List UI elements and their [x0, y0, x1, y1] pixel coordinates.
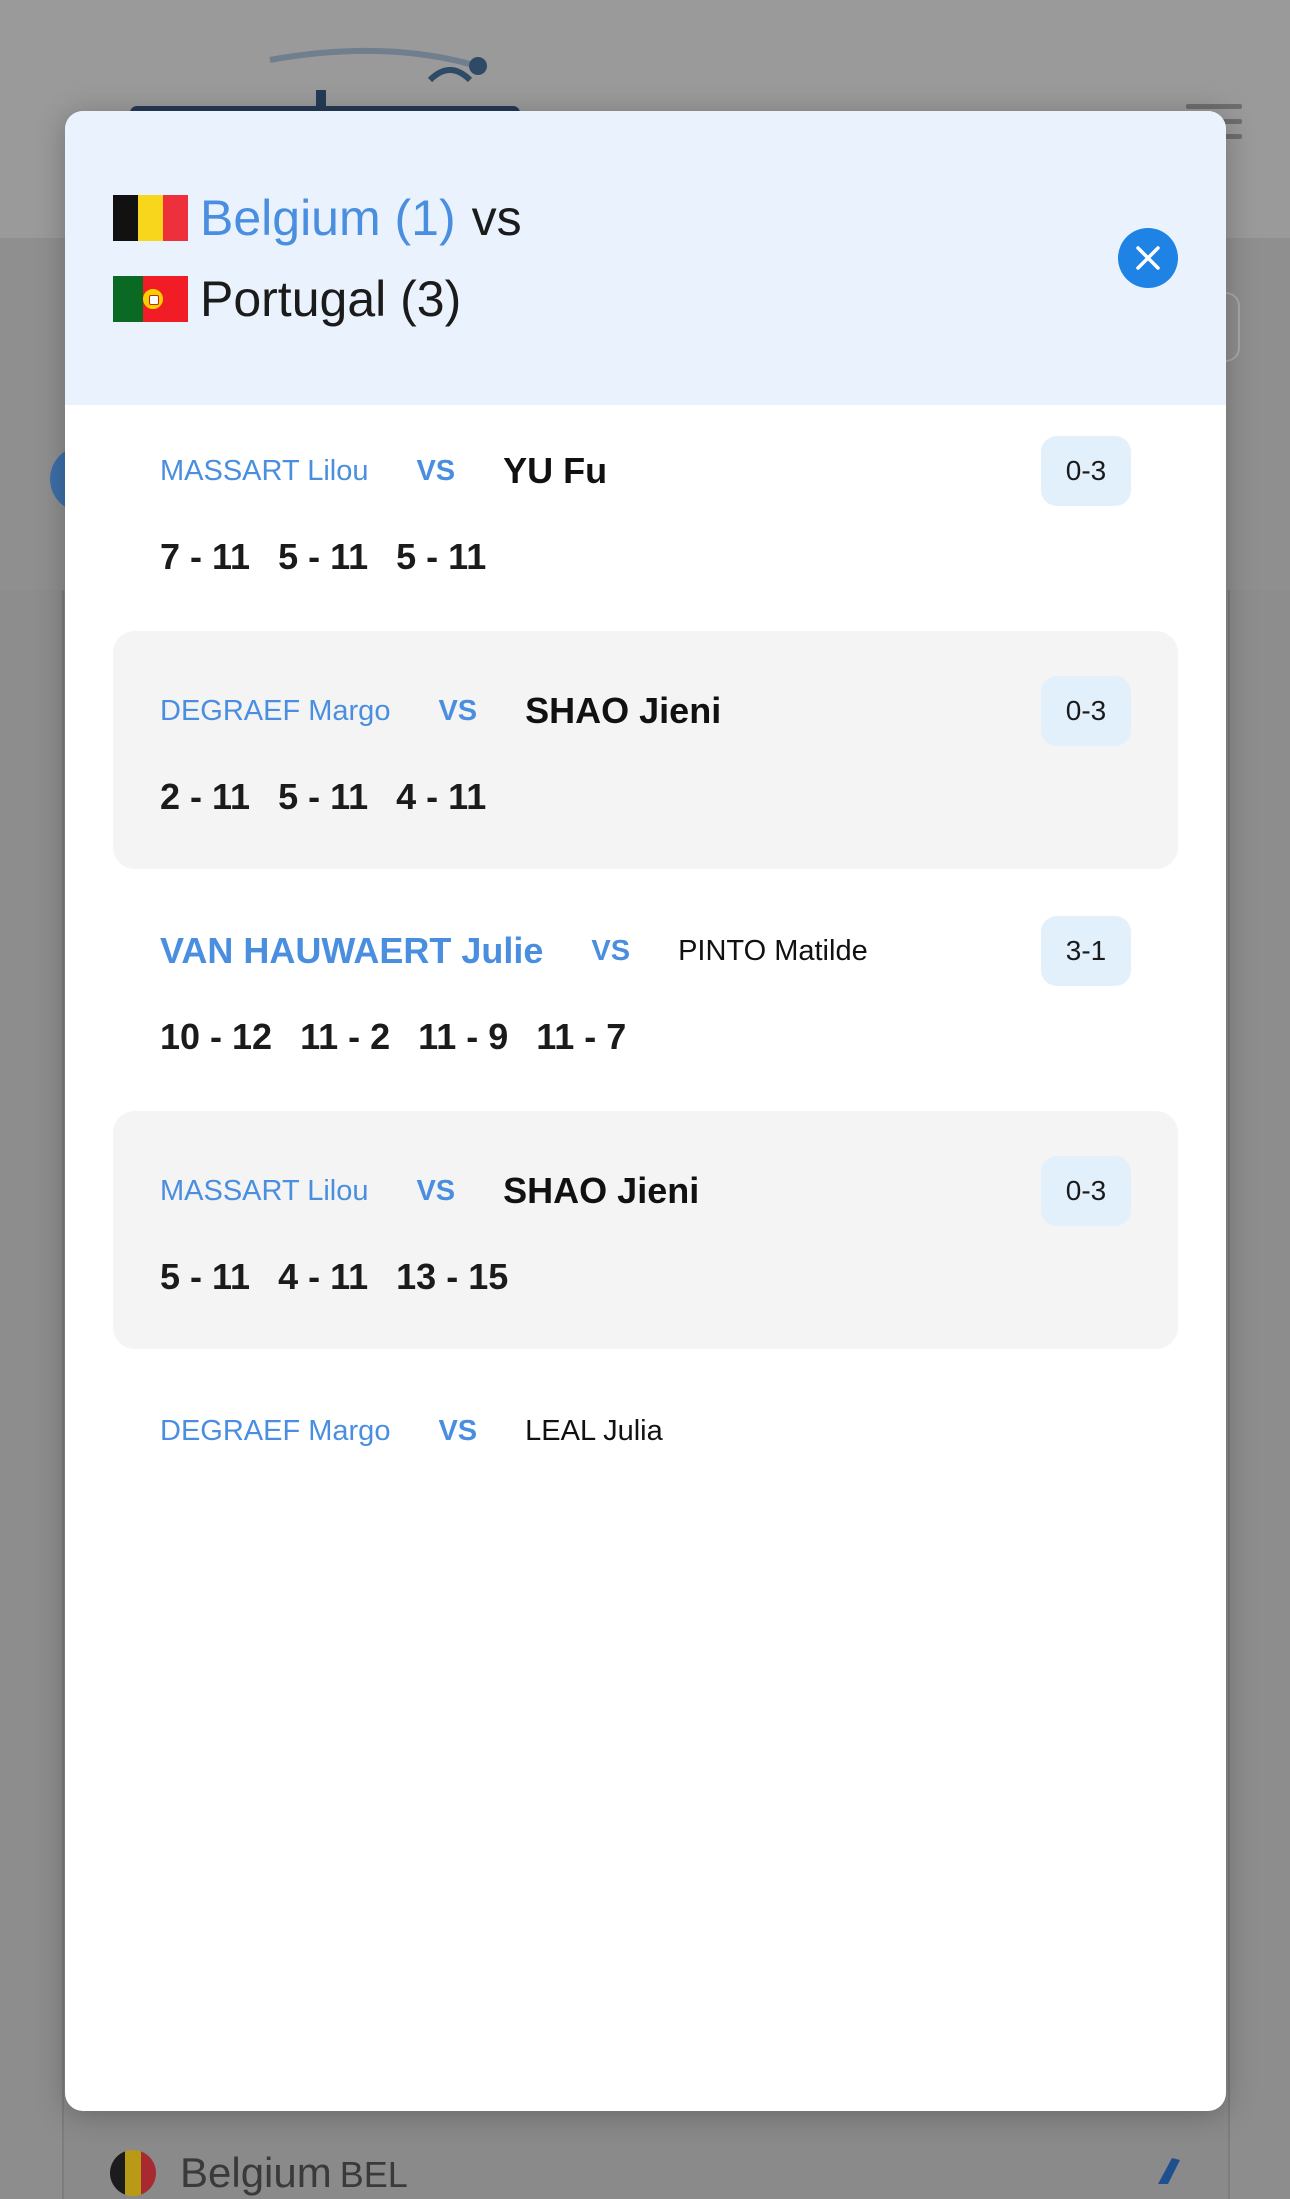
- background-team-code: BEL: [339, 2154, 408, 2195]
- set-score: 5 - 11: [160, 1256, 251, 1297]
- match-row[interactable]: MASSART Lilou VS SHAO Jieni 0-3 5 - 11 4 - 11…: [113, 1111, 1178, 1349]
- belgium-flag-round-icon: [110, 2150, 156, 2196]
- away-player-name[interactable]: YU Fu: [503, 450, 607, 492]
- match-players: MASSART Lilou VS YU Fu: [160, 436, 607, 506]
- match-row[interactable]: DEGRAEF Margo VS SHAO Jieni 0-3 2 - 11 5 - 11…: [113, 631, 1178, 869]
- background-team-icon: [1150, 2150, 1190, 2190]
- away-player-name[interactable]: PINTO Matilde: [678, 935, 868, 968]
- background-team-row: Belgium BEL: [110, 2148, 408, 2198]
- match-players: DEGRAEF Margo VS LEAL Julia: [160, 1396, 663, 1466]
- match-result-badge: 0-3: [1041, 1156, 1131, 1226]
- vs-text: vs: [471, 190, 522, 246]
- vs-label: VS: [438, 1414, 478, 1447]
- vs-label: VS: [416, 454, 456, 487]
- belgium-flag-icon: [113, 195, 188, 241]
- set-score: 10 - 12: [160, 1016, 273, 1057]
- home-team-line: Belgium (1) vs: [113, 183, 522, 253]
- set-score: 4 - 11: [396, 776, 487, 817]
- set-score: 13 - 15: [396, 1256, 509, 1297]
- away-team-name: Portugal (3): [200, 271, 462, 327]
- background-team-name: Belgium BEL: [180, 2149, 408, 2197]
- vs-label: VS: [438, 694, 478, 727]
- close-icon: [1136, 246, 1160, 270]
- vs-label: VS: [591, 934, 631, 967]
- match-players: DEGRAEF Margo VS SHAO Jieni: [160, 676, 721, 746]
- site-logo: [130, 47, 520, 120]
- match-row[interactable]: VAN HAUWAERT Julie VS PINTO Matilde 3-1 10 -…: [113, 871, 1178, 1109]
- set-scores: 2 - 11 5 - 11 4 - 11: [160, 776, 486, 818]
- match-row[interactable]: DEGRAEF Margo VS LEAL Julia: [113, 1351, 1178, 1589]
- match-result-badge: 0-3: [1041, 676, 1131, 746]
- modal-header: Belgium (1) vs Portugal (3): [65, 111, 1226, 405]
- set-score: 5 - 11: [278, 776, 369, 817]
- home-player-name[interactable]: MASSART Lilou: [160, 455, 368, 488]
- home-team-name: Belgium (1): [200, 190, 456, 246]
- home-player-name[interactable]: MASSART Lilou: [160, 1175, 368, 1208]
- set-score: 2 - 11: [160, 776, 251, 817]
- set-scores: 10 - 12 11 - 2 11 - 9 11 - 7: [160, 1016, 626, 1058]
- set-score: 11 - 7: [536, 1016, 627, 1057]
- match-details-modal: Belgium (1) vs Portugal (3) MASSART Lilo…: [65, 111, 1226, 2111]
- set-score: 5 - 11: [396, 536, 487, 577]
- match-row[interactable]: MASSART Lilou VS YU Fu 0-3 7 - 11 5 - 11 5 - 1…: [113, 391, 1178, 629]
- set-score: 5 - 11: [278, 536, 369, 577]
- background-team-name-text: Belgium: [180, 2149, 332, 2196]
- match-players: VAN HAUWAERT Julie VS PINTO Matilde: [160, 916, 868, 986]
- set-score: 4 - 11: [278, 1256, 369, 1297]
- match-result-badge: 3-1: [1041, 916, 1131, 986]
- match-result-badge: 0-3: [1041, 436, 1131, 506]
- match-players: MASSART Lilou VS SHAO Jieni: [160, 1156, 699, 1226]
- away-team-line: Portugal (3): [113, 264, 461, 334]
- away-player-name[interactable]: SHAO Jieni: [503, 1170, 699, 1212]
- home-player-name[interactable]: DEGRAEF Margo: [160, 1415, 390, 1448]
- set-score: 11 - 2: [300, 1016, 391, 1057]
- home-player-name[interactable]: VAN HAUWAERT Julie: [160, 930, 543, 972]
- vs-label: VS: [416, 1174, 456, 1207]
- set-scores: 7 - 11 5 - 11 5 - 11: [160, 536, 486, 578]
- away-player-name[interactable]: SHAO Jieni: [525, 690, 721, 732]
- close-button[interactable]: [1118, 228, 1178, 288]
- set-score: 11 - 9: [418, 1016, 509, 1057]
- home-player-name[interactable]: DEGRAEF Margo: [160, 695, 390, 728]
- away-player-name[interactable]: LEAL Julia: [525, 1415, 663, 1448]
- set-scores: 5 - 11 4 - 11 13 - 15: [160, 1256, 508, 1298]
- set-score: 7 - 11: [160, 536, 251, 577]
- portugal-flag-icon: [113, 276, 188, 322]
